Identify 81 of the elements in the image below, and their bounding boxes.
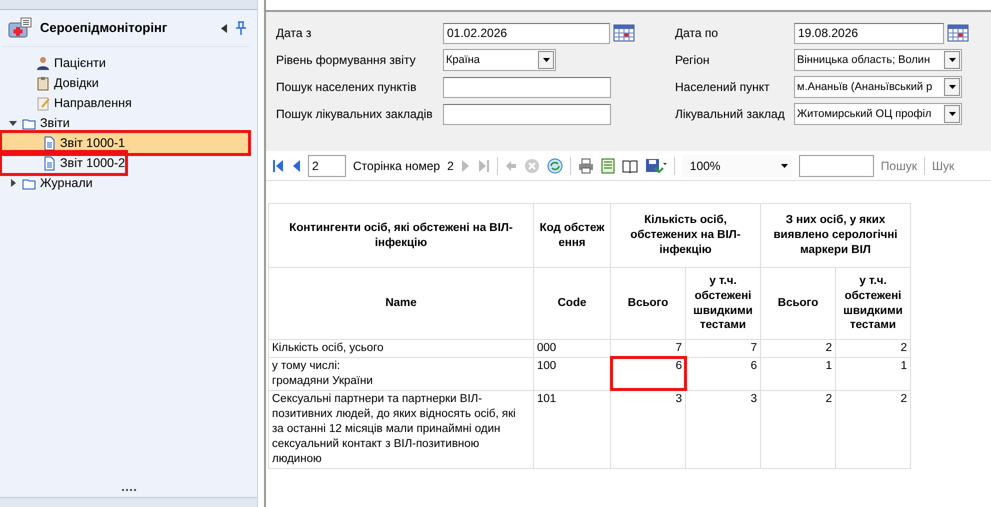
document-icon xyxy=(42,136,56,150)
page-field[interactable]: 2 xyxy=(308,154,346,176)
column-header: Name xyxy=(268,268,534,340)
page-setup-icon[interactable] xyxy=(600,158,615,174)
notepad-icon xyxy=(36,96,50,110)
table-cell: 1 xyxy=(760,357,836,390)
dropdown-field[interactable]: м.Ананьїв (Ананьївський р xyxy=(794,76,962,98)
table-cell: 6 xyxy=(686,357,760,390)
column-header: у т.ч. обстежені швидкими тестами xyxy=(686,268,760,340)
tree-item[interactable]: Довідки xyxy=(2,73,99,93)
column-header: Code xyxy=(534,268,610,340)
dropdown-field[interactable]: Країна xyxy=(443,49,556,71)
calendar-icon[interactable] xyxy=(947,24,969,42)
tree-item[interactable]: Звіти xyxy=(2,113,70,133)
table-cell: 101 xyxy=(534,390,610,468)
table-cell: 3 xyxy=(686,390,760,468)
field-label: Пошук населених пунктів xyxy=(276,79,418,96)
calendar-icon[interactable] xyxy=(613,24,635,42)
search-button[interactable]: Пошук xyxy=(880,156,917,174)
medical-kit-icon xyxy=(8,17,32,39)
table-cell: 2 xyxy=(760,340,836,358)
text-field[interactable] xyxy=(443,76,611,98)
field-label: Дата з xyxy=(276,25,312,42)
find-next-button[interactable]: Шук xyxy=(932,156,954,174)
tree-item[interactable]: Пацієнти xyxy=(2,53,106,73)
caret-icon[interactable] xyxy=(542,58,550,62)
table-cell: 2 xyxy=(836,340,910,358)
field-label: Населений пункт xyxy=(675,79,771,96)
table-cell: у тому числі: громадяни України xyxy=(268,357,534,390)
date-field[interactable]: 19.08.2026 xyxy=(794,22,944,44)
tree-item[interactable]: Журнали xyxy=(2,173,93,193)
collapsed-icon[interactable] xyxy=(8,178,18,188)
tree-item[interactable]: Звіт 1000-1 xyxy=(2,133,248,153)
table-cell: 3 xyxy=(610,390,686,468)
column-header: у т.ч. обстежені швидкими тестами xyxy=(836,268,910,340)
column-header: Всього xyxy=(610,268,686,340)
clipboard-icon xyxy=(36,76,50,90)
table-cell: 000 xyxy=(534,340,610,358)
column-header: Кількість осіб, обстежених на ВІЛ-інфекцію xyxy=(610,204,760,268)
date-field[interactable]: 01.02.2026 xyxy=(443,22,610,44)
tree-item[interactable]: Звіт 1000-2 xyxy=(2,153,126,173)
caret-icon[interactable] xyxy=(948,85,956,89)
column-header: Контингенти осіб, які обстежені на ВІЛ-інфекцію xyxy=(268,204,534,268)
book-icon[interactable] xyxy=(622,158,638,172)
table-cell: 7 xyxy=(686,340,760,358)
tree-item[interactable]: Направлення xyxy=(2,93,132,113)
previous-page-icon[interactable] xyxy=(291,158,301,172)
pin-icon[interactable] xyxy=(235,21,247,35)
table-cell: 1 xyxy=(836,357,910,390)
table-cell: 6 xyxy=(610,357,686,390)
column-header: Код обстеження xyxy=(534,204,610,268)
caret-icon[interactable] xyxy=(948,58,956,62)
caret-icon[interactable] xyxy=(948,112,956,116)
column-header: З них осіб, у яких виявлено серологічні маркери ВІЛ xyxy=(760,204,910,268)
save-icon[interactable] xyxy=(644,158,667,174)
dropdown-field[interactable]: Вінницька область; Волин xyxy=(794,49,962,71)
column-header: Всього xyxy=(760,268,836,340)
field-label: Пошук лікувальних закладів xyxy=(276,106,434,123)
field-label: Регіон xyxy=(675,52,710,69)
sidebar-title: Сероепідмоніторінг xyxy=(40,19,168,38)
table-cell: Кількість осіб, усього xyxy=(268,340,534,358)
dropdown-field[interactable]: Житомирський ОЦ профіл xyxy=(794,103,962,125)
person-icon xyxy=(36,56,50,70)
field-label: Дата по xyxy=(675,25,720,42)
expanded-icon[interactable] xyxy=(8,118,18,128)
field-label: Лікувальний заклад xyxy=(675,106,786,123)
refresh-icon[interactable] xyxy=(546,158,563,174)
zoom-dropdown[interactable]: 100% xyxy=(682,154,792,176)
table-cell: 2 xyxy=(836,390,910,468)
page-label: Сторінка номер xyxy=(353,158,440,174)
document-icon xyxy=(42,156,56,170)
collapse-icon[interactable] xyxy=(221,24,227,32)
text-field[interactable] xyxy=(443,104,611,124)
table-cell: Сексуальні партнери та партнерки ВІЛ-позитивних людей, до яких відносять осіб, які за останні 12 місяців мали принаймні один сексуальний контакт з ВІЛ-позитивною людиною xyxy=(268,390,534,468)
printer-icon[interactable] xyxy=(578,158,594,174)
table-cell: 2 xyxy=(760,390,836,468)
first-page-icon[interactable] xyxy=(272,158,284,172)
page-count: 2 xyxy=(447,158,454,174)
caret-icon[interactable] xyxy=(780,164,788,168)
search-field[interactable] xyxy=(798,154,874,176)
field-label: Рівень формування звіту xyxy=(276,52,417,69)
